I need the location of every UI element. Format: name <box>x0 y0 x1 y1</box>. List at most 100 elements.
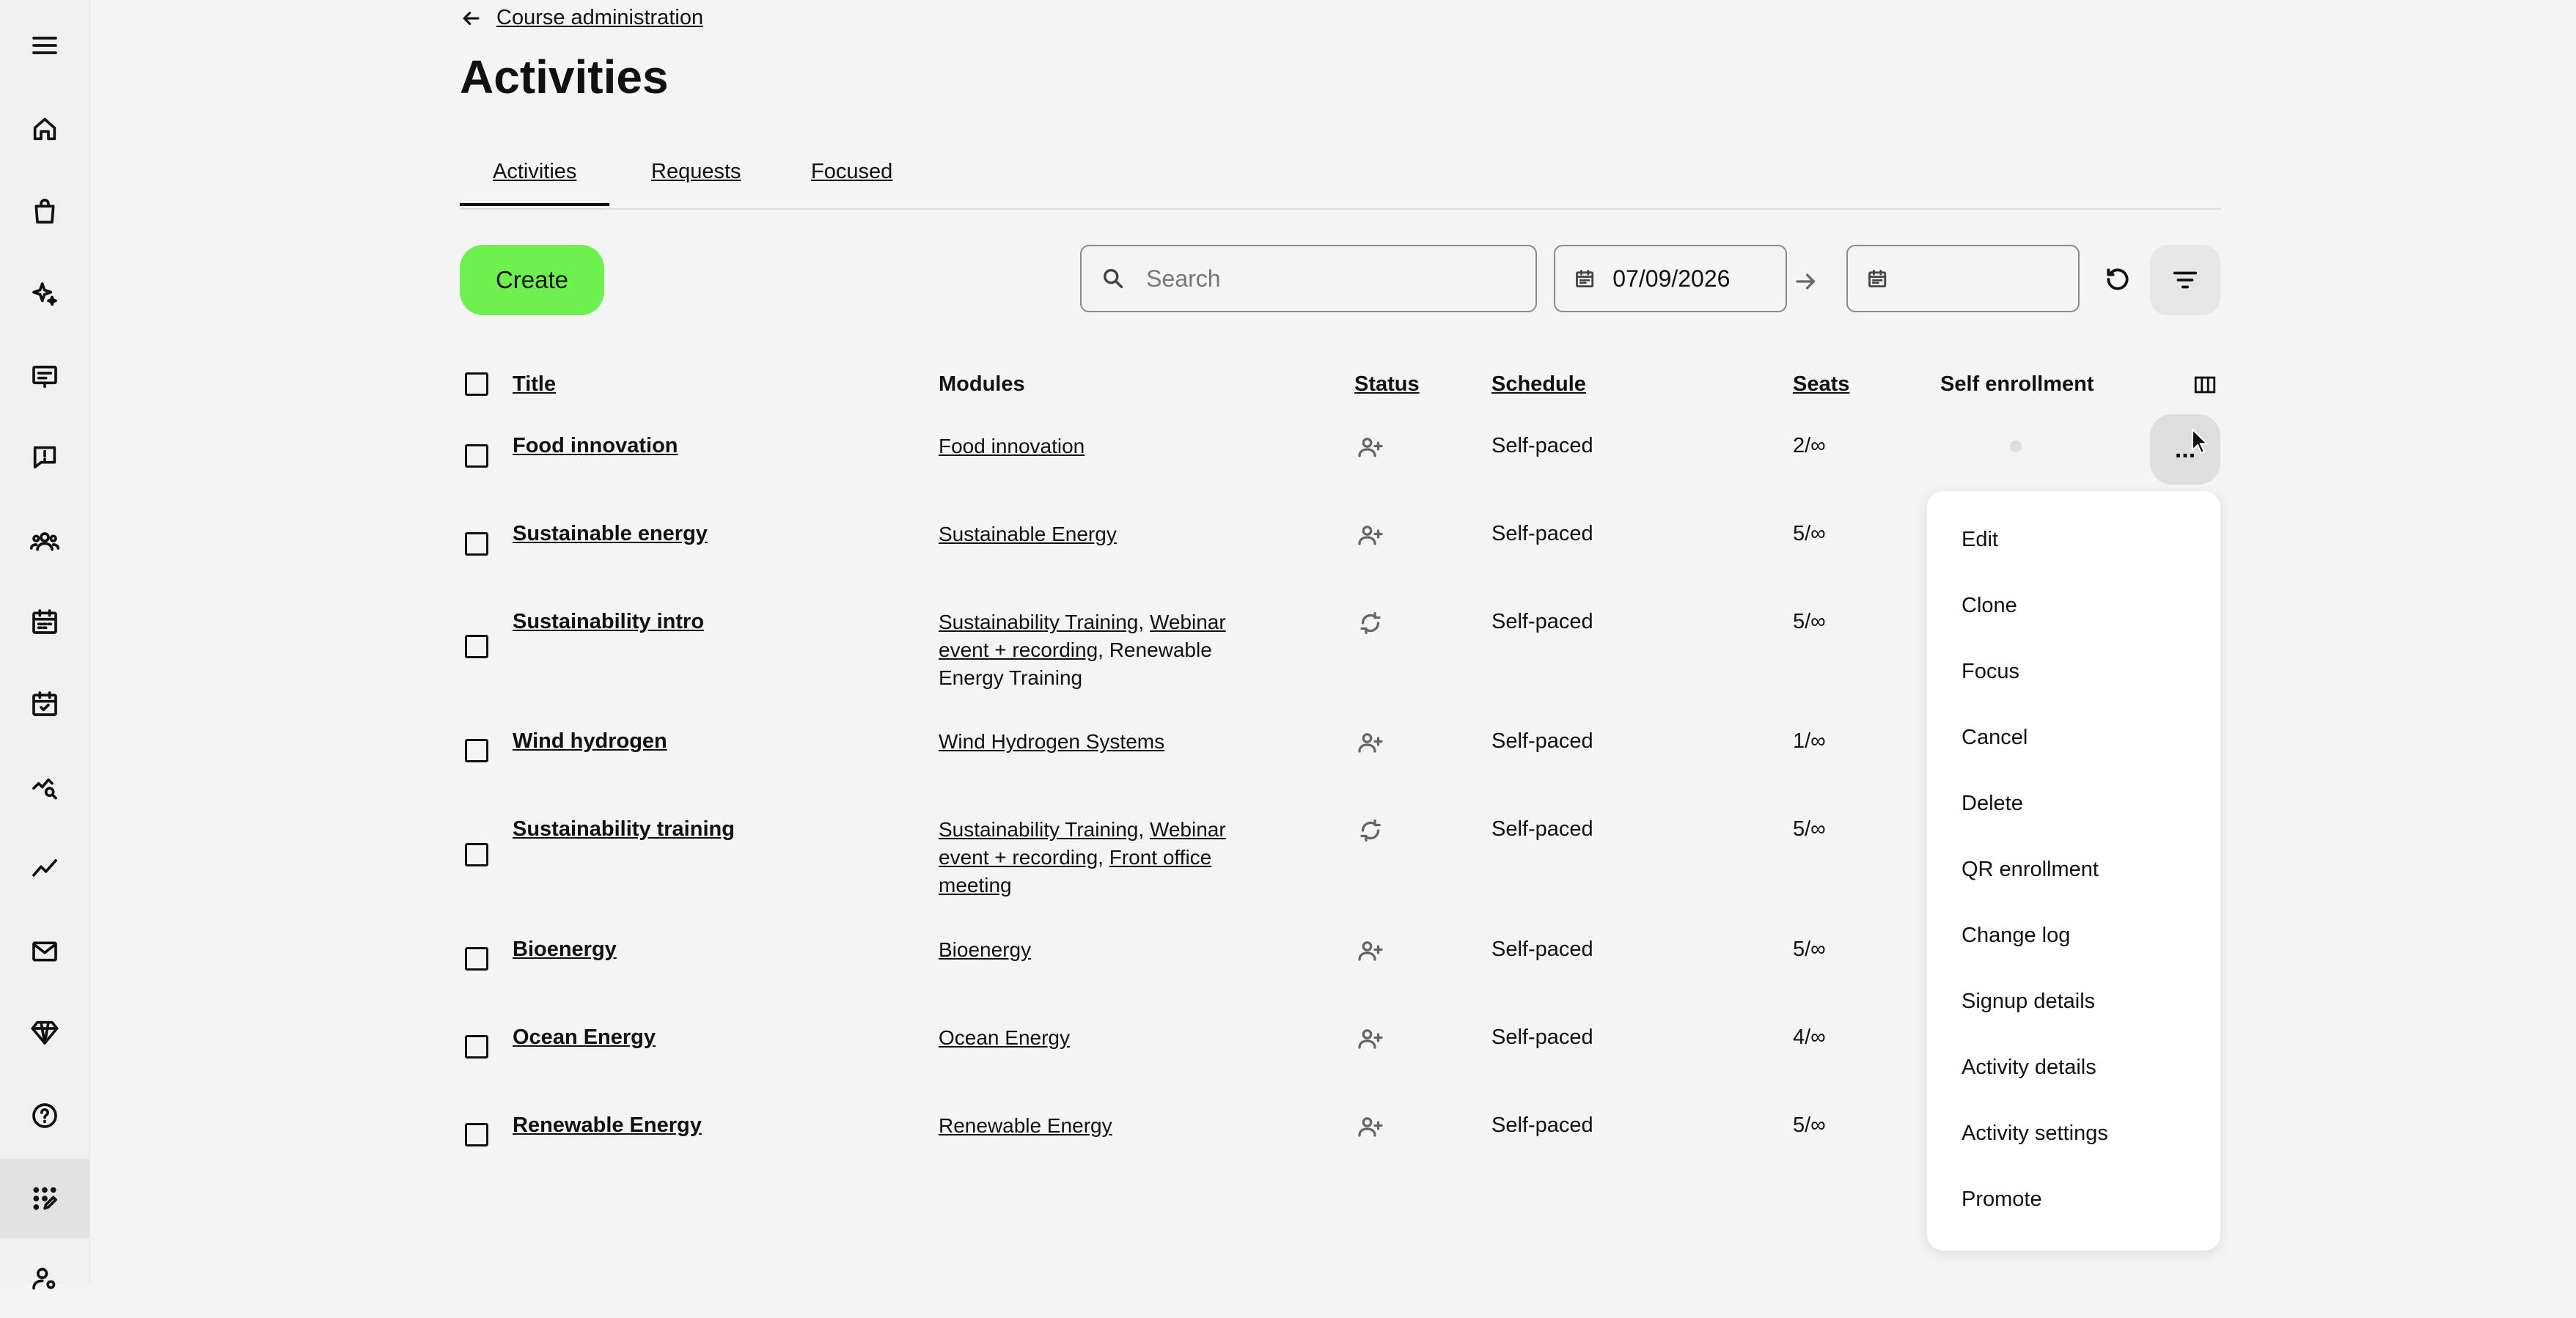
row-schedule: Self-paced <box>1491 817 1593 841</box>
search-icon <box>1103 268 1123 289</box>
row-seats: 2/∞ <box>1793 434 1826 457</box>
row-title-link[interactable]: Ocean Energy <box>513 1026 656 1050</box>
tab-requests[interactable]: Requests <box>651 160 741 184</box>
column-header-seats[interactable]: Seats <box>1793 372 1849 397</box>
column-header-self-enrollment: Self enrollment <box>1940 372 2094 396</box>
user-plus-icon <box>1357 1113 1384 1140</box>
row-title-link[interactable]: Sustainable energy <box>513 522 708 546</box>
module-link[interactable]: Sustainability Training <box>939 818 1138 841</box>
module-link[interactable]: Renewable Energy <box>939 1114 1112 1137</box>
refresh-icon <box>1357 817 1384 844</box>
user-settings-icon[interactable] <box>0 1239 89 1318</box>
menu-item-signup-details[interactable]: Signup details <box>1962 990 2095 1014</box>
user-plus-icon <box>1357 938 1384 964</box>
column-header-status[interactable]: Status <box>1354 372 1420 397</box>
filter-icon <box>2173 271 2198 289</box>
calendar-icon <box>1576 269 1594 288</box>
menu-item-focus[interactable]: Focus <box>1962 660 2019 684</box>
row-checkbox[interactable] <box>465 947 488 971</box>
menu-item-change-log[interactable]: Change log <box>1962 924 2070 948</box>
row-title-link[interactable]: Sustainability intro <box>513 610 704 634</box>
module-link[interactable]: Ocean Energy <box>939 1026 1070 1049</box>
menu-item-promote[interactable]: Promote <box>1962 1188 2042 1212</box>
row-seats: 5/∞ <box>1793 1113 1826 1137</box>
sidebar <box>0 0 90 1290</box>
back-link[interactable]: Course administration <box>496 6 703 30</box>
search-input[interactable] <box>1145 264 1535 293</box>
chart-search-icon[interactable] <box>0 746 89 825</box>
grid-edit-icon[interactable] <box>0 1159 89 1238</box>
row-schedule: Self-paced <box>1491 938 1593 961</box>
trend-line-icon[interactable] <box>0 828 89 907</box>
row-schedule: Self-paced <box>1491 434 1593 457</box>
module-link[interactable]: Sustainable Energy <box>939 523 1117 545</box>
start-date-input[interactable] <box>1611 264 1786 293</box>
module-link[interactable]: Bioenergy <box>939 938 1031 961</box>
arrow-left-icon[interactable] <box>460 7 482 29</box>
module-link[interactable]: Sustainability Training <box>939 611 1138 633</box>
menu-item-activity-details[interactable]: Activity details <box>1962 1056 2096 1080</box>
reset-icon[interactable] <box>2096 258 2139 301</box>
help-icon[interactable] <box>0 1076 89 1155</box>
menu-item-clone[interactable]: Clone <box>1962 594 2017 618</box>
row-seats: 4/∞ <box>1793 1026 1826 1049</box>
row-seats: 5/∞ <box>1793 522 1826 545</box>
menu-item-edit[interactable]: Edit <box>1962 528 1998 552</box>
row-schedule: Self-paced <box>1491 729 1593 753</box>
row-title-link[interactable]: Bioenergy <box>513 938 617 962</box>
filter-button[interactable] <box>2150 245 2220 315</box>
row-title-link[interactable]: Wind hydrogen <box>513 729 667 754</box>
column-header-modules: Modules <box>939 372 1025 396</box>
columns-icon[interactable] <box>2192 372 2217 401</box>
search-field <box>1080 245 1537 312</box>
row-checkbox[interactable] <box>465 1035 488 1059</box>
menu-item-qr-enrollment[interactable]: QR enrollment <box>1962 858 2099 882</box>
end-date-field <box>1846 245 2080 312</box>
module-link[interactable]: Wind Hydrogen Systems <box>939 730 1164 753</box>
row-checkbox[interactable] <box>465 635 488 658</box>
users-icon[interactable] <box>0 501 89 581</box>
mouse-cursor-icon <box>2191 427 2210 458</box>
row-title-link[interactable]: Renewable Energy <box>513 1113 702 1138</box>
user-plus-icon <box>1357 434 1384 460</box>
menu-icon[interactable] <box>0 6 89 85</box>
row-title-link[interactable]: Food innovation <box>513 434 678 458</box>
select-all-checkbox[interactable] <box>465 372 488 396</box>
home-icon[interactable] <box>0 89 89 169</box>
row-actions-menu: Edit Clone Focus Cancel Delete QR enroll… <box>1927 491 2220 1251</box>
user-plus-icon <box>1357 1026 1384 1052</box>
row-modules: Bioenergy <box>939 936 1254 964</box>
calendar-check-icon[interactable] <box>0 664 89 743</box>
diamond-icon[interactable] <box>0 993 89 1072</box>
calendar-grid-icon[interactable] <box>0 582 89 661</box>
row-schedule: Self-paced <box>1491 610 1593 633</box>
tab-focused[interactable]: Focused <box>811 160 892 184</box>
row-seats: 5/∞ <box>1793 610 1826 633</box>
row-title-link[interactable]: Sustainability training <box>513 817 735 842</box>
menu-item-cancel[interactable]: Cancel <box>1962 726 2028 750</box>
row-modules: Ocean Energy <box>939 1024 1254 1052</box>
row-checkbox[interactable] <box>465 739 488 762</box>
row-checkbox[interactable] <box>465 532 488 556</box>
row-checkbox[interactable] <box>465 843 488 866</box>
shopping-bag-icon[interactable] <box>0 172 89 251</box>
refresh-icon <box>1357 610 1384 636</box>
create-button[interactable]: Create <box>460 245 604 315</box>
sparkles-icon[interactable] <box>0 255 89 334</box>
arrow-right-icon <box>1793 268 1819 298</box>
column-header-title[interactable]: Title <box>513 372 556 397</box>
column-header-schedule[interactable]: Schedule <box>1491 372 1586 397</box>
message-alert-icon[interactable] <box>0 418 89 497</box>
tab-activities[interactable]: Activities <box>459 160 611 206</box>
module-link[interactable]: Food innovation <box>939 435 1085 457</box>
menu-item-activity-settings[interactable]: Activity settings <box>1962 1122 2108 1146</box>
row-seats: 5/∞ <box>1793 938 1826 961</box>
row-checkbox[interactable] <box>465 1123 488 1146</box>
menu-item-delete[interactable]: Delete <box>1962 792 2023 816</box>
row-checkbox[interactable] <box>465 444 488 468</box>
end-date-input[interactable] <box>1904 264 2078 293</box>
presentation-icon[interactable] <box>0 337 89 416</box>
row-schedule: Self-paced <box>1491 1113 1593 1137</box>
user-plus-icon <box>1357 522 1384 548</box>
mail-icon[interactable] <box>0 912 89 991</box>
